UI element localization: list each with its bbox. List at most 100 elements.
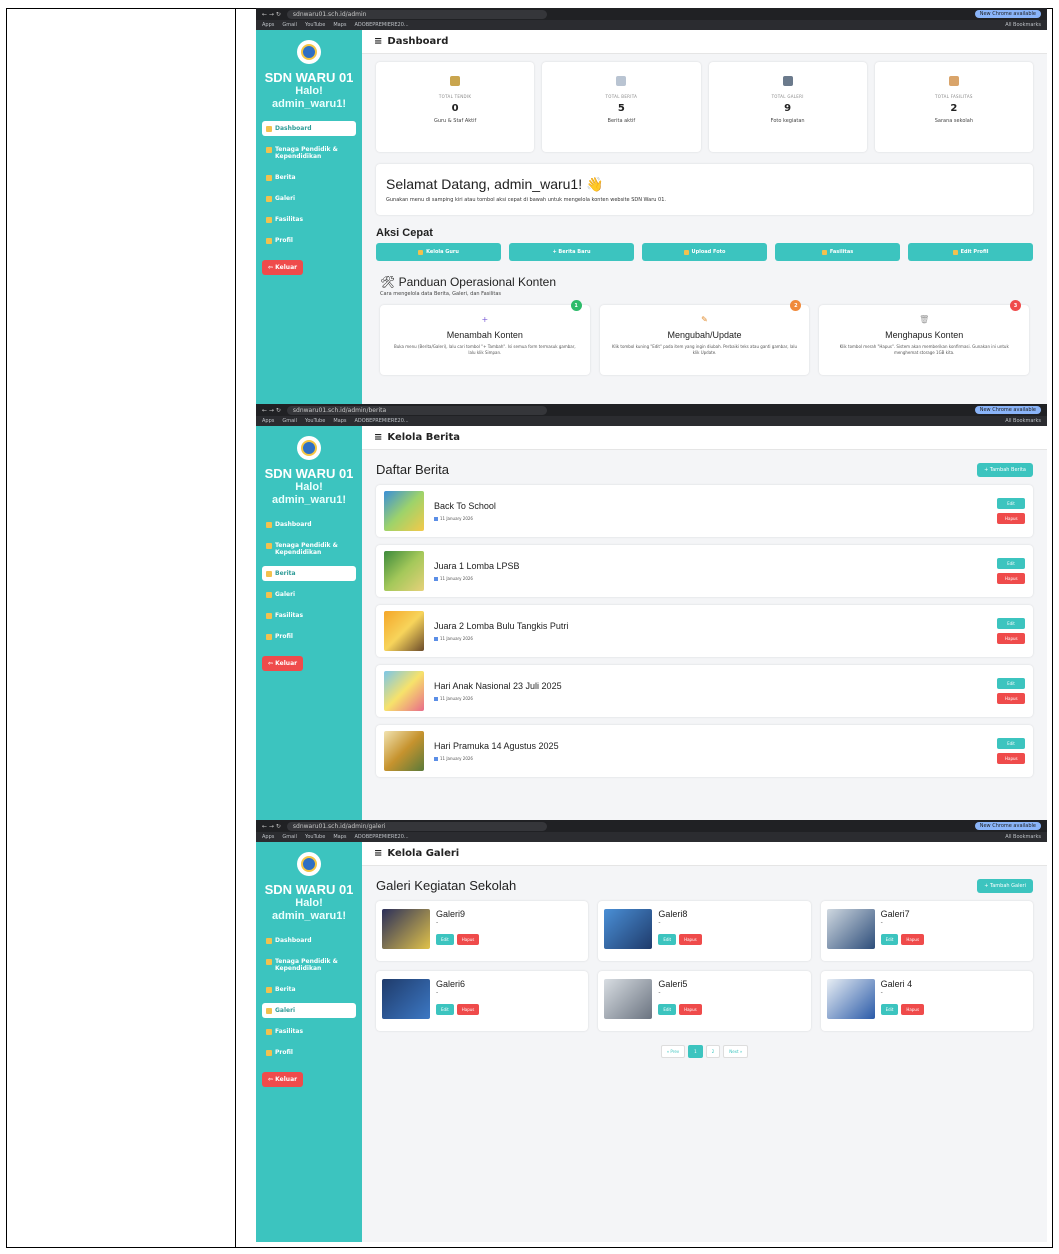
quick-berita-baru-button[interactable]: + Berita Baru: [509, 243, 634, 261]
next-page-button[interactable]: Next »: [723, 1045, 749, 1058]
delete-button[interactable]: Hapus: [901, 934, 925, 945]
sidebar-item-dashboard[interactable]: Dashboard: [262, 517, 356, 532]
delete-button[interactable]: Hapus: [456, 934, 480, 945]
sidebar-item-tendik[interactable]: Tenaga Pendidik & Kependidikan: [262, 954, 356, 976]
edit-button[interactable]: Edit: [436, 1004, 454, 1015]
menu-toggle-icon[interactable]: ≡: [374, 432, 382, 443]
delete-button[interactable]: Hapus: [679, 934, 702, 945]
all-bookmarks[interactable]: All Bookmarks: [1005, 834, 1041, 840]
gallery-thumbnail: [382, 979, 430, 1019]
edit-button[interactable]: Edit: [997, 738, 1025, 749]
bookmark[interactable]: YouTube: [305, 418, 325, 424]
edit-button[interactable]: Edit: [997, 678, 1025, 689]
sidebar-item-profil[interactable]: Profil: [262, 1045, 356, 1060]
nav-arrows-icon[interactable]: ← → ↻: [262, 823, 281, 830]
address-bar[interactable]: sdnwaru01.sch.id/admin: [286, 9, 547, 19]
page-header: ≡ Kelola Berita: [362, 426, 1047, 450]
menu-toggle-icon[interactable]: ≡: [374, 848, 382, 859]
nav-arrows-icon[interactable]: ← → ↻: [262, 11, 281, 18]
bookmark[interactable]: YouTube: [305, 834, 325, 840]
bookmark[interactable]: Gmail: [282, 418, 297, 424]
news-thumbnail: [384, 551, 424, 591]
delete-button[interactable]: Hapus: [679, 1004, 702, 1015]
bookmark[interactable]: Gmail: [282, 834, 297, 840]
address-bar[interactable]: sdnwaru01.sch.id/admin/berita: [286, 405, 547, 415]
chrome-update-button[interactable]: New Chrome available: [974, 822, 1041, 830]
news-icon: [266, 571, 272, 577]
sidebar-item-tendik[interactable]: Tenaga Pendidik & Kependidikan: [262, 538, 356, 560]
bookmark[interactable]: Apps: [262, 22, 274, 28]
sidebar-item-fasilitas[interactable]: Fasilitas: [262, 1024, 356, 1039]
sidebar-item-dashboard[interactable]: Dashboard: [262, 933, 356, 948]
bookmark[interactable]: ADOBEPREMIERE20...: [354, 22, 408, 28]
sidebar-item-fasilitas[interactable]: Fasilitas: [262, 608, 356, 623]
sidebar-item-berita[interactable]: Berita: [262, 170, 356, 185]
bookmark[interactable]: ADOBEPREMIERE20...: [354, 418, 408, 424]
page-title: Dashboard: [387, 36, 449, 47]
dashboard-screenshot: ← → ↻ sdnwaru01.sch.id/admin New Chrome …: [256, 8, 1047, 412]
edit-button[interactable]: Edit: [658, 934, 677, 945]
logout-button[interactable]: ⇦ Keluar: [262, 1072, 304, 1087]
bookmark[interactable]: ADOBEPREMIERE20...: [354, 834, 408, 840]
teacher-icon: [418, 249, 424, 255]
edit-button[interactable]: Edit: [880, 934, 899, 945]
logout-button[interactable]: ⇦ Keluar: [262, 260, 304, 275]
page-2-button[interactable]: 2: [705, 1045, 721, 1058]
nav-arrows-icon[interactable]: ← → ↻: [262, 407, 281, 414]
edit-button[interactable]: Edit: [997, 618, 1025, 629]
sidebar-item-galeri[interactable]: Galeri: [262, 587, 356, 602]
edit-button[interactable]: Edit: [997, 558, 1025, 569]
sidebar-item-tendik[interactable]: Tenaga Pendidik & Kependidikan: [262, 142, 356, 164]
bookmark[interactable]: YouTube: [305, 22, 325, 28]
menu-toggle-icon[interactable]: ≡: [374, 36, 382, 47]
delete-button[interactable]: Hapus: [997, 633, 1025, 644]
add-gallery-button[interactable]: + Tambah Galeri: [977, 878, 1033, 893]
teacher-icon: [450, 76, 461, 86]
school-logo: [297, 40, 321, 64]
delete-button[interactable]: Hapus: [997, 513, 1025, 524]
address-bar[interactable]: sdnwaru01.sch.id/admin/galeri: [286, 821, 547, 831]
school-name: SDN WARU 01: [264, 466, 354, 481]
delete-button[interactable]: Hapus: [456, 1004, 480, 1015]
quick-kelola-guru-button[interactable]: Kelola Guru: [376, 243, 501, 261]
delete-button[interactable]: Hapus: [901, 1004, 925, 1015]
chrome-update-button[interactable]: New Chrome available: [974, 10, 1041, 18]
logout-button[interactable]: ⇦ Keluar: [262, 656, 304, 671]
sidebar-item-fasilitas[interactable]: Fasilitas: [262, 212, 356, 227]
bookmark[interactable]: Apps: [262, 418, 274, 424]
chrome-update-button[interactable]: New Chrome available: [974, 406, 1041, 414]
stat-card: TOTAL FASILITAS 2 Sarana sekolah: [874, 62, 1033, 152]
bookmark[interactable]: Maps: [333, 22, 346, 28]
gallery-thumbnail: [826, 979, 875, 1019]
sidebar-item-dashboard[interactable]: Dashboard: [262, 121, 356, 136]
page-1-button[interactable]: 1: [688, 1045, 703, 1058]
all-bookmarks[interactable]: All Bookmarks: [1005, 22, 1041, 28]
welcome-card: Selamat Datang, admin_waru1! 👋 Gunakan m…: [376, 164, 1033, 215]
section-heading: Daftar Berita: [376, 462, 449, 477]
edit-button[interactable]: Edit: [436, 934, 454, 945]
quick-upload-foto-button[interactable]: Upload Foto: [642, 243, 767, 261]
sidebar-item-profil[interactable]: Profil: [262, 233, 356, 248]
edit-button[interactable]: Edit: [880, 1004, 899, 1015]
add-news-button[interactable]: + Tambah Berita: [977, 462, 1033, 477]
delete-button[interactable]: Hapus: [997, 753, 1025, 764]
sidebar-item-berita[interactable]: Berita: [262, 566, 356, 581]
prev-page-button[interactable]: « Prev: [660, 1045, 686, 1058]
delete-button[interactable]: Hapus: [997, 573, 1025, 584]
sidebar-item-profil[interactable]: Profil: [262, 629, 356, 644]
delete-button[interactable]: Hapus: [997, 693, 1025, 704]
bookmark[interactable]: Apps: [262, 834, 274, 840]
sidebar-item-berita[interactable]: Berita: [262, 982, 356, 997]
bookmark[interactable]: Maps: [333, 418, 346, 424]
quick-edit-profil-button[interactable]: Edit Profil: [908, 243, 1033, 261]
quick-fasilitas-button[interactable]: Fasilitas: [775, 243, 900, 261]
sidebar-item-galeri[interactable]: Galeri: [262, 1003, 356, 1018]
bookmark[interactable]: Maps: [333, 834, 346, 840]
edit-button[interactable]: Edit: [997, 498, 1025, 509]
all-bookmarks[interactable]: All Bookmarks: [1005, 418, 1041, 424]
edit-button[interactable]: Edit: [658, 1004, 677, 1015]
bookmark[interactable]: Gmail: [282, 22, 297, 28]
gallery-card: Galeri8- Edit Hapus: [598, 901, 811, 961]
teacher-icon: [266, 959, 272, 965]
sidebar-item-galeri[interactable]: Galeri: [262, 191, 356, 206]
